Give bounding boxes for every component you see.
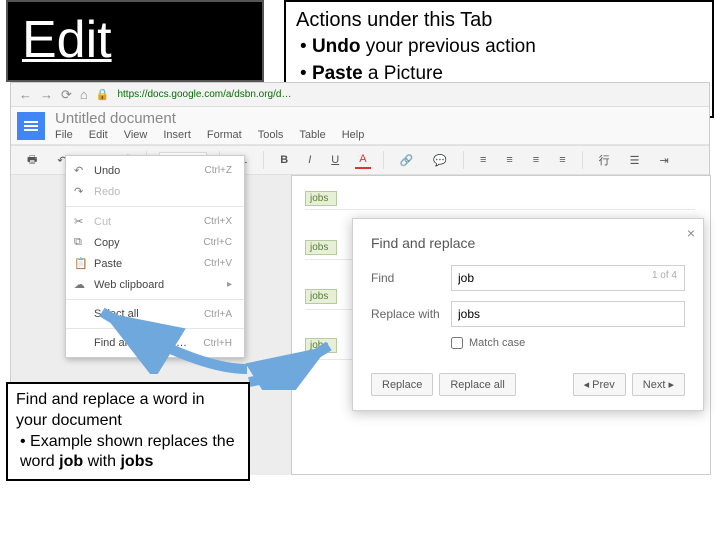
undo-icon: ↶ bbox=[74, 164, 92, 177]
dialog-title: Find and replace bbox=[371, 235, 685, 251]
next-button[interactable]: Next ▸ bbox=[632, 373, 685, 396]
replace-input[interactable] bbox=[451, 301, 685, 327]
menu-item-undo[interactable]: ↶UndoCtrl+Z bbox=[66, 160, 244, 181]
bottom-callout: Find and replace a word in your document… bbox=[6, 382, 250, 481]
slide-title: Edit bbox=[22, 11, 112, 69]
menu-tools[interactable]: Tools bbox=[258, 129, 284, 141]
action-item: Undo your previous action bbox=[300, 34, 702, 61]
menu-file[interactable]: File bbox=[55, 129, 73, 141]
underline-button[interactable]: U bbox=[327, 152, 343, 168]
separator bbox=[383, 151, 384, 169]
indent-icon[interactable]: ⇥ bbox=[656, 152, 673, 169]
docs-logo-icon[interactable] bbox=[17, 112, 45, 140]
separator bbox=[582, 151, 583, 169]
menu-item-web-clipboard[interactable]: ☁Web clipboard▸ bbox=[66, 274, 244, 295]
align-right-icon[interactable]: ≡ bbox=[529, 152, 543, 168]
doc-text-column: jobs jobs jobs jobs bbox=[305, 175, 337, 387]
menu-format[interactable]: Format bbox=[207, 129, 242, 141]
find-label: Find bbox=[371, 271, 451, 285]
menu-view[interactable]: View bbox=[124, 129, 148, 141]
align-left-icon[interactable]: ≡ bbox=[476, 152, 490, 168]
match-case-label: Match case bbox=[469, 337, 525, 349]
menu-insert[interactable]: Insert bbox=[163, 129, 191, 141]
italic-button[interactable]: I bbox=[304, 152, 315, 168]
highlighted-word: jobs bbox=[305, 191, 337, 206]
docs-header: Untitled document File Edit View Insert … bbox=[11, 107, 709, 145]
close-icon[interactable]: × bbox=[687, 225, 695, 241]
menu-item-paste[interactable]: 📋PasteCtrl+V bbox=[66, 253, 244, 274]
back-icon[interactable]: ← bbox=[19, 87, 32, 102]
highlighted-word: jobs bbox=[305, 338, 337, 353]
cloud-icon: ☁ bbox=[74, 278, 92, 291]
forward-icon[interactable]: → bbox=[40, 87, 53, 102]
align-center-icon[interactable]: ≡ bbox=[502, 152, 516, 168]
menu-bar: File Edit View Insert Format Tools Table… bbox=[55, 127, 364, 141]
edit-dropdown-menu: ↶UndoCtrl+Z ↷Redo ✂CutCtrl+X ⧉CopyCtrl+C… bbox=[65, 155, 245, 358]
callout-item: Example shown replaces the word job with… bbox=[20, 432, 240, 474]
comment-icon[interactable]: 💬 bbox=[429, 152, 451, 169]
browser-chrome: ← → ⟳ ⌂ 🔒 https://docs.google.com/a/dsbn… bbox=[11, 83, 709, 107]
highlighted-word: jobs bbox=[305, 240, 337, 255]
menu-item-copy[interactable]: ⧉CopyCtrl+C bbox=[66, 232, 244, 253]
find-replace-dialog: × Find and replace Find 1 of 4 Replace w… bbox=[352, 218, 704, 411]
menu-item-select-all[interactable]: Select allCtrl+A bbox=[66, 304, 244, 324]
slide-title-box: Edit bbox=[6, 0, 264, 82]
replace-all-button[interactable]: Replace all bbox=[439, 373, 515, 396]
actions-header: Actions under this Tab bbox=[296, 6, 702, 34]
find-count: 1 of 4 bbox=[652, 270, 677, 281]
menu-item-cut[interactable]: ✂CutCtrl+X bbox=[66, 211, 244, 232]
separator bbox=[463, 151, 464, 169]
menu-item-find-replace[interactable]: Find and replace…Ctrl+H bbox=[66, 333, 244, 353]
redo-icon: ↷ bbox=[74, 185, 92, 198]
document-title[interactable]: Untitled document bbox=[55, 110, 364, 127]
line-spacing-icon[interactable]: 行 bbox=[595, 150, 614, 170]
callout-line: Find and replace a word in your document bbox=[16, 390, 240, 432]
menu-item-redo[interactable]: ↷Redo bbox=[66, 181, 244, 202]
text-line bbox=[305, 209, 695, 210]
match-case-checkbox[interactable] bbox=[451, 337, 463, 349]
lock-icon: 🔒 bbox=[96, 88, 110, 101]
prev-button[interactable]: ◂ Prev bbox=[573, 373, 626, 396]
separator bbox=[263, 151, 264, 169]
print-icon[interactable]: 🖶 bbox=[23, 149, 41, 172]
home-icon[interactable]: ⌂ bbox=[80, 87, 88, 102]
menu-edit[interactable]: Edit bbox=[89, 129, 108, 141]
menu-help[interactable]: Help bbox=[342, 129, 365, 141]
text-color-button[interactable]: A bbox=[355, 151, 370, 169]
list-icon[interactable]: ☰ bbox=[626, 152, 644, 169]
url-bar[interactable]: https://docs.google.com/a/dsbn.org/d… bbox=[117, 89, 701, 100]
bold-button[interactable]: B bbox=[276, 152, 292, 168]
menu-table[interactable]: Table bbox=[299, 129, 325, 141]
reload-icon[interactable]: ⟳ bbox=[61, 87, 72, 103]
paste-icon: 📋 bbox=[74, 257, 92, 270]
replace-label: Replace with bbox=[371, 307, 451, 321]
replace-button[interactable]: Replace bbox=[371, 373, 433, 396]
align-justify-icon[interactable]: ≡ bbox=[555, 152, 569, 168]
link-icon[interactable]: 🔗 bbox=[396, 152, 418, 169]
find-input[interactable] bbox=[451, 265, 685, 291]
highlighted-word: jobs bbox=[305, 289, 337, 304]
cut-icon: ✂ bbox=[74, 215, 92, 228]
copy-icon: ⧉ bbox=[74, 236, 92, 249]
